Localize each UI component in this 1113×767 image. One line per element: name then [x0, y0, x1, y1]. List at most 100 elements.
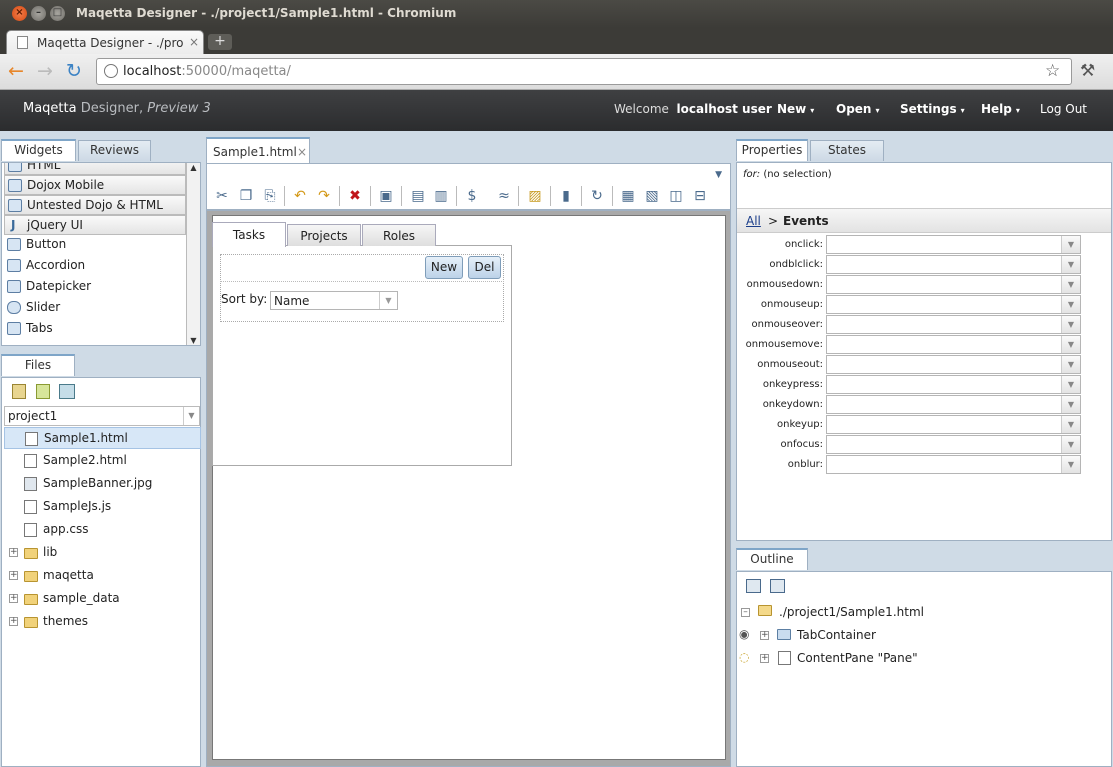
- outline-root[interactable]: ./project1/Sample1.html: [779, 605, 924, 619]
- canvas-tab-tasks[interactable]: Tasks: [212, 222, 286, 247]
- chevron-down-icon[interactable]: ▼: [183, 407, 199, 425]
- paste-icon[interactable]: ⎘: [261, 187, 279, 205]
- tab-container-widget[interactable]: [212, 245, 512, 466]
- upload-icon[interactable]: [59, 384, 75, 399]
- tab-close-icon[interactable]: ×: [189, 35, 199, 49]
- preview-icon[interactable]: ▣: [377, 187, 395, 205]
- chevron-down-icon[interactable]: ▼: [1061, 456, 1080, 473]
- flow-layout-icon[interactable]: ≈: [495, 187, 513, 205]
- folder-item[interactable]: + maqetta: [4, 565, 201, 587]
- widget-datepicker[interactable]: Datepicker: [4, 277, 186, 297]
- chevron-down-icon[interactable]: ▼: [1061, 376, 1080, 393]
- window-close-icon[interactable]: ×: [12, 6, 27, 21]
- chevron-down-icon[interactable]: ▼: [1061, 276, 1080, 293]
- chevron-down-icon[interactable]: ▼: [1061, 416, 1080, 433]
- bookmark-star-icon[interactable]: ☆: [1045, 61, 1060, 81]
- file-item[interactable]: SampleBanner.jpg: [4, 473, 201, 495]
- source-view-icon[interactable]: ▧: [643, 187, 661, 205]
- expand-icon[interactable]: +: [760, 631, 769, 640]
- delete-icon[interactable]: ✖: [346, 187, 364, 205]
- event-select-onkeydown[interactable]: ▼: [826, 395, 1081, 414]
- expand-icon[interactable]: +: [9, 594, 18, 603]
- event-select-onkeyup[interactable]: ▼: [826, 415, 1081, 434]
- project-select[interactable]: project1 ▼: [4, 406, 200, 426]
- logout-link[interactable]: Log Out: [1040, 102, 1087, 116]
- back-arrow-icon[interactable]: ←: [8, 62, 24, 81]
- reload-icon[interactable]: ↻: [66, 62, 82, 81]
- save-as-icon[interactable]: ▥: [432, 187, 450, 205]
- save-icon[interactable]: ▤: [409, 187, 427, 205]
- design-view-icon[interactable]: ▦: [619, 187, 637, 205]
- cut-icon[interactable]: ✂: [213, 187, 231, 205]
- stickynote-icon[interactable]: ▨: [526, 187, 544, 205]
- folder-item[interactable]: + themes: [4, 611, 201, 633]
- expand-icon[interactable]: +: [760, 654, 769, 663]
- undo-icon[interactable]: ↶: [291, 187, 309, 205]
- breadcrumb-all-link[interactable]: All: [746, 214, 761, 228]
- tab-outline[interactable]: Outline: [736, 548, 808, 570]
- widget-category-html[interactable]: HTML: [4, 163, 186, 175]
- collapse-icon[interactable]: –: [741, 608, 750, 617]
- source-view-icon[interactable]: [770, 579, 785, 593]
- event-select-onclick[interactable]: ▼: [826, 235, 1081, 254]
- tab-sample1-html[interactable]: Sample1.html ×: [206, 137, 310, 163]
- menu-open[interactable]: Open ▾: [836, 102, 880, 116]
- tab-widgets[interactable]: Widgets: [1, 139, 76, 161]
- canvas-tab-roles[interactable]: Roles: [362, 224, 436, 246]
- redo-icon[interactable]: ↷: [315, 187, 333, 205]
- expand-icon[interactable]: +: [9, 571, 18, 580]
- theme-icon[interactable]: $: [463, 187, 481, 205]
- event-select-onfocus[interactable]: ▼: [826, 435, 1081, 454]
- chevron-down-icon[interactable]: ▼: [715, 170, 722, 180]
- chevron-down-icon[interactable]: ▼: [1061, 256, 1080, 273]
- sort-select[interactable]: Name ▼: [270, 291, 398, 310]
- expand-icon[interactable]: +: [9, 548, 18, 557]
- menu-help[interactable]: Help ▾: [981, 102, 1020, 116]
- window-maximize-icon[interactable]: □: [50, 6, 65, 21]
- widget-slider[interactable]: Slider: [4, 298, 186, 318]
- scroll-down-icon[interactable]: ▼: [187, 336, 200, 345]
- expand-icon[interactable]: +: [9, 617, 18, 626]
- widget-category-dojox-mobile[interactable]: Dojox Mobile: [4, 175, 186, 195]
- folder-item[interactable]: + lib: [4, 542, 201, 564]
- mobile-device-icon[interactable]: ▮: [557, 187, 575, 205]
- chevron-down-icon[interactable]: ▼: [1061, 436, 1080, 453]
- file-item[interactable]: Sample2.html: [4, 450, 201, 472]
- event-select-onmousemove[interactable]: ▼: [826, 335, 1081, 354]
- menu-settings[interactable]: Settings ▾: [900, 102, 965, 116]
- event-select-onmouseover[interactable]: ▼: [826, 315, 1081, 334]
- event-select-ondblclick[interactable]: ▼: [826, 255, 1081, 274]
- copy-icon[interactable]: ❐: [237, 187, 255, 205]
- chevron-down-icon[interactable]: ▼: [1061, 296, 1080, 313]
- split-horizontal-icon[interactable]: ⊟: [691, 187, 709, 205]
- chevron-down-icon[interactable]: ▼: [1061, 236, 1080, 253]
- address-bar[interactable]: localhost:50000/maqetta/ ☆: [96, 58, 1072, 85]
- chevron-down-icon[interactable]: ▼: [1061, 396, 1080, 413]
- new-folder-icon[interactable]: [36, 384, 50, 399]
- forward-arrow-icon[interactable]: →: [37, 62, 53, 81]
- chevron-down-icon[interactable]: ▼: [1061, 316, 1080, 333]
- event-select-onkeypress[interactable]: ▼: [826, 375, 1081, 394]
- tab-reviews[interactable]: Reviews: [78, 140, 151, 161]
- new-file-icon[interactable]: [12, 384, 26, 399]
- design-view-icon[interactable]: [746, 579, 761, 593]
- widget-accordion[interactable]: Accordion: [4, 256, 186, 276]
- url-text[interactable]: localhost:50000/maqetta/: [123, 64, 291, 79]
- outline-item[interactable]: ContentPane "Pane": [797, 651, 918, 665]
- chevron-down-icon[interactable]: ▼: [1061, 356, 1080, 373]
- event-select-onmousedown[interactable]: ▼: [826, 275, 1081, 294]
- file-item[interactable]: app.css: [4, 519, 201, 541]
- rotate-icon[interactable]: ↻: [588, 187, 606, 205]
- tab-states[interactable]: States: [810, 140, 884, 161]
- canvas-tab-projects[interactable]: Projects: [287, 224, 361, 246]
- eye-icon[interactable]: ◉: [739, 627, 749, 641]
- window-minimize-icon[interactable]: –: [31, 6, 46, 21]
- split-vertical-icon[interactable]: ◫: [667, 187, 685, 205]
- widget-category-untested[interactable]: Untested Dojo & HTML: [4, 195, 186, 215]
- widget-category-jquery[interactable]: JjQuery UI: [4, 215, 186, 235]
- eye-closed-icon[interactable]: ◌: [739, 650, 749, 664]
- file-item[interactable]: SampleJs.js: [4, 496, 201, 518]
- widget-button[interactable]: Button: [4, 235, 186, 255]
- chevron-down-icon[interactable]: ▼: [1061, 336, 1080, 353]
- folder-item[interactable]: + sample_data: [4, 588, 201, 610]
